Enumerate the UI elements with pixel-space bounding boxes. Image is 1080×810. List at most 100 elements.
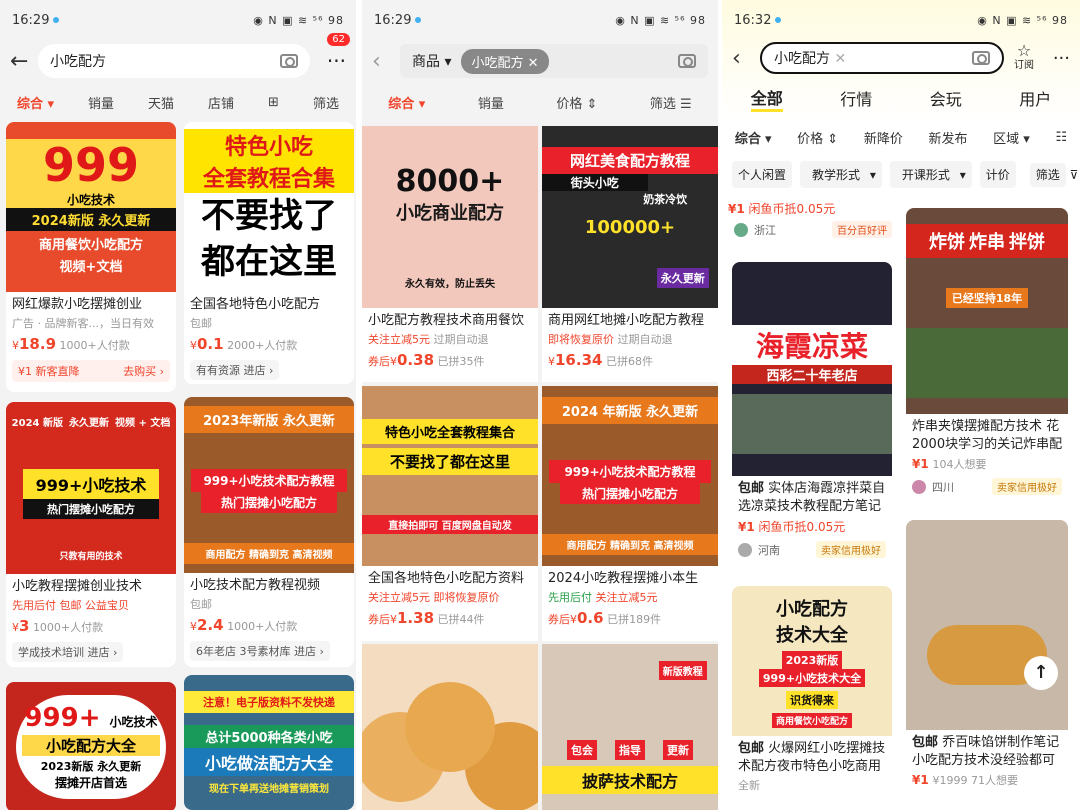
avatar xyxy=(738,542,752,557)
listing-title[interactable]: 包邮 实体店海霞凉拌菜自 xyxy=(732,476,892,498)
subscribe-button[interactable]: ☆ 订阅 xyxy=(1004,42,1044,72)
camera-icon[interactable] xyxy=(972,51,990,65)
sort-comprehensive[interactable]: 综合 ▾ xyxy=(735,128,772,147)
product-card[interactable]: 2023年新版 永久更新 999+小吃技术配方教程 热门摆摊小吃配方 商用配方 … xyxy=(184,397,354,667)
camera-icon[interactable] xyxy=(280,54,298,68)
product-image[interactable]: 特色小吃全套教程集合 不要找了都在这里 直接拍即可 百度网盘自动发 xyxy=(362,386,538,566)
filter-screen[interactable]: 筛选 xyxy=(313,93,339,112)
product-title[interactable]: 2024小吃教程摆摊小本生 xyxy=(542,566,718,588)
product-card[interactable]: 8000+ 小吃商业配方 永久有效，防止丢失 小吃配方教程技术商用餐饮 关注立减… xyxy=(362,126,538,382)
product-image[interactable]: 新版教程 包会 指导 更新 披萨技术配方 xyxy=(542,644,718,810)
listing-grid: ¥1 闲鱼币抵0.05元 浙江 百分百好评 海霞凉菜 西彩二十年老店 包邮 实体店… xyxy=(722,194,1080,810)
search-input[interactable]: 小吃配方 xyxy=(38,44,310,78)
chip-teaching[interactable]: 教学形式 ▾ xyxy=(800,160,882,188)
filter-screen[interactable]: 筛选 ☰ xyxy=(650,93,692,112)
product-image[interactable]: 2024 年新版 永久更新 999+小吃技术配方教程 热门摆摊小吃配方 商用配方… xyxy=(542,386,718,566)
filter-sales[interactable]: 销量 xyxy=(88,93,114,112)
product-image[interactable]: 特色小吃 全套教程合集 不要找了 都在这里 xyxy=(184,122,354,292)
product-card[interactable]: 新版教程 包会 指导 更新 披萨技术配方 xyxy=(542,644,718,810)
product-image[interactable] xyxy=(362,644,538,810)
search-query-chip[interactable]: 小吃配方 ✕ xyxy=(461,48,549,74)
notification-dot-icon xyxy=(775,17,782,23)
product-card[interactable]: 999+ 小吃技术 小吃配方大全 2023新版 永久更新 摆摊开店首选 xyxy=(6,682,176,810)
product-card[interactable]: 注意！电子版资料不发快递 总计5000种各类小吃 小吃做法配方大全 现在下单再送… xyxy=(184,675,354,810)
product-title[interactable]: 小吃技术配方教程视频 xyxy=(184,573,354,595)
list-view-icon[interactable]: ☷ xyxy=(1055,130,1067,145)
listing-title[interactable]: 包邮 火爆网红小吃摆摊技 xyxy=(732,736,892,758)
shop-link[interactable]: 学成技术培训 进店 › xyxy=(12,642,124,662)
product-grid: 8000+ 小吃商业配方 永久有效，防止丢失 小吃配方教程技术商用餐饮 关注立减… xyxy=(362,126,718,810)
sort-new[interactable]: 新发布 xyxy=(928,128,967,147)
search-input[interactable]: 商品 ▾ 小吃配方 ✕ xyxy=(400,44,708,78)
filter-tmall[interactable]: 天猫 xyxy=(148,93,174,112)
scroll-top-icon[interactable]: ↑ xyxy=(1024,656,1058,690)
tab-market[interactable]: 行情 xyxy=(840,86,872,110)
product-title[interactable]: 全国各地特色小吃配方 xyxy=(184,292,354,314)
back-arrow-icon[interactable]: ‹ xyxy=(372,49,400,74)
chip-personal[interactable]: 个人闲置 xyxy=(732,160,793,188)
listing-title[interactable]: 包邮 乔百味馅饼制作笔记 xyxy=(906,730,1068,752)
chip-filter[interactable]: 筛选 ⊽ xyxy=(1023,160,1080,188)
product-card[interactable]: 2024 年新版 永久更新 999+小吃技术配方教程 热门摆摊小吃配方 商用配方… xyxy=(542,386,718,641)
listing-title[interactable]: 炸串夹馍摆摊配方技术 花 xyxy=(906,414,1068,436)
back-arrow-icon[interactable]: ‹ xyxy=(732,46,760,71)
shop-link[interactable]: 有有资源 进店 › xyxy=(190,360,280,380)
listing-image[interactable]: ↑ xyxy=(906,520,1068,730)
coupon-strip[interactable]: ¥1 新客直降 去购买 › xyxy=(12,360,170,382)
search-query: 小吃配方 xyxy=(50,54,106,70)
product-image[interactable]: 8000+ 小吃商业配方 永久有效，防止丢失 xyxy=(362,126,538,308)
product-card[interactable] xyxy=(362,644,538,810)
listing-card[interactable]: ↑ 包邮 乔百味馅饼制作笔记 小吃配方技术没经验都可 ¥1 ¥1999 71人想… xyxy=(906,520,1068,810)
product-title[interactable]: 商用网红地摊小吃配方教程 xyxy=(542,308,718,330)
product-title[interactable]: 网红爆款小吃摆摊创业 xyxy=(6,292,176,314)
product-card[interactable]: 2024 新版 永久更新 视频 + 文档 999+小吃技术 热门摆摊小吃配方 只教有… xyxy=(6,402,176,667)
status-bar: 16:29 ◉ N ▣ ≋ ⁵⁶ 98 xyxy=(0,0,356,40)
product-image[interactable]: 999+ 小吃技术 小吃配方大全 2023新版 永久更新 摆摊开店首选 xyxy=(6,682,176,810)
camera-icon[interactable] xyxy=(678,54,696,68)
listing-image[interactable]: 小吃配方 技术大全 2023新版 999+小吃技术大全 识货得来 商用餐饮小吃配… xyxy=(732,586,892,736)
search-input[interactable]: 小吃配方 ✕ xyxy=(760,42,1004,74)
product-image[interactable]: 999 小吃技术 2024新版 永久更新 商用餐饮小吃配方 视频+文档 xyxy=(6,122,176,292)
screen-taobao-search: 16:29 ◉ N ▣ ≋ ⁵⁶ 98 ← 小吃配方 ··· 62 综合 ▾ 销量… xyxy=(0,0,356,810)
filter-store[interactable]: 店铺 xyxy=(208,93,234,112)
search-scope-select[interactable]: 商品 ▾ xyxy=(412,51,451,71)
filter-comprehensive[interactable]: 综合 ▾ xyxy=(17,93,54,112)
listing-card[interactable]: 小吃配方 技术大全 2023新版 999+小吃技术大全 识货得来 商用餐饮小吃配… xyxy=(732,586,892,810)
more-menu-icon[interactable]: ··· 62 xyxy=(310,33,350,73)
listing-card[interactable]: 炸饼 炸串 拌饼 已经坚持18年 炸串夹馍摆摊配方技术 花 2000块学习的关记炸串… xyxy=(906,208,1068,498)
product-meta: 关注立减5元 过期自动退 xyxy=(368,333,489,346)
product-image[interactable]: 2024 新版 永久更新 视频 + 文档 999+小吃技术 热门摆摊小吃配方 只教有… xyxy=(6,402,176,574)
tab-all[interactable]: 全部 xyxy=(750,85,783,112)
product-image[interactable]: 2023年新版 永久更新 999+小吃技术配方教程 热门摆摊小吃配方 商用配方 … xyxy=(184,397,354,573)
listing-image[interactable]: 炸饼 炸串 拌饼 已经坚持18年 xyxy=(906,208,1068,414)
sort-price-drop[interactable]: 新降价 xyxy=(864,128,903,147)
product-card[interactable]: 网红美食配方教程 街头小吃 奶茶冷饮 100000+ 永久更新 商用网红地摊小吃… xyxy=(542,126,718,382)
product-image[interactable]: 网红美食配方教程 街头小吃 奶茶冷饮 100000+ 永久更新 xyxy=(542,126,718,308)
product-title[interactable]: 全国各地特色小吃配方资料 xyxy=(362,566,538,588)
filter-sales[interactable]: 销量 xyxy=(478,93,504,112)
filter-comprehensive[interactable]: 综合 ▾ xyxy=(388,93,425,112)
chip-class-format[interactable]: 开课形式 ▾ xyxy=(889,160,972,188)
status-bar: 16:32 ◉ N ▣ ≋ ⁵⁶ 98 xyxy=(722,0,1080,40)
product-image[interactable]: 注意！电子版资料不发快递 总计5000种各类小吃 小吃做法配方大全 现在下单再送… xyxy=(184,675,354,810)
filter-price[interactable]: 价格 ⇕ xyxy=(556,93,597,112)
product-title[interactable]: 小吃教程摆摊创业技术 xyxy=(6,574,176,596)
product-title[interactable]: 小吃配方教程技术商用餐饮 xyxy=(362,308,538,330)
shop-link[interactable]: 6年老店 3号素材库 进店 › xyxy=(190,641,330,661)
back-arrow-icon[interactable]: ← xyxy=(10,49,38,74)
chip-pricing[interactable]: 计价 xyxy=(979,160,1016,188)
sort-region[interactable]: 区域 ▾ xyxy=(993,128,1030,147)
grid-view-icon[interactable]: ⊞ xyxy=(268,95,279,110)
tab-users[interactable]: 用户 xyxy=(1019,86,1051,110)
sort-price[interactable]: 价格 ⇕ xyxy=(797,128,838,147)
star-icon: ☆ xyxy=(1016,40,1032,60)
product-card[interactable]: 特色小吃 全套教程合集 不要找了 都在这里 全国各地特色小吃配方 包邮 ¥0.1… xyxy=(184,122,354,384)
listing-partial[interactable]: ¥1 闲鱼币抵0.05元 浙江 百分百好评 xyxy=(728,200,898,242)
listing-image[interactable]: 海霞凉菜 西彩二十年老店 xyxy=(732,262,892,476)
product-card[interactable]: 999 小吃技术 2024新版 永久更新 商用餐饮小吃配方 视频+文档 网红爆款… xyxy=(6,122,176,392)
product-card[interactable]: 特色小吃全套教程集合 不要找了都在这里 直接拍即可 百度网盘自动发 全国各地特色… xyxy=(362,386,538,641)
tab-play[interactable]: 会玩 xyxy=(930,86,962,110)
product-meta: 广告 · 品牌新客...，当日有效 xyxy=(12,317,154,330)
listing-card[interactable]: 海霞凉菜 西彩二十年老店 包邮 实体店海霞凉拌菜自 选凉菜技术教程配方笔记 ¥1… xyxy=(732,262,892,578)
more-menu-icon[interactable]: ··· xyxy=(1044,48,1070,69)
